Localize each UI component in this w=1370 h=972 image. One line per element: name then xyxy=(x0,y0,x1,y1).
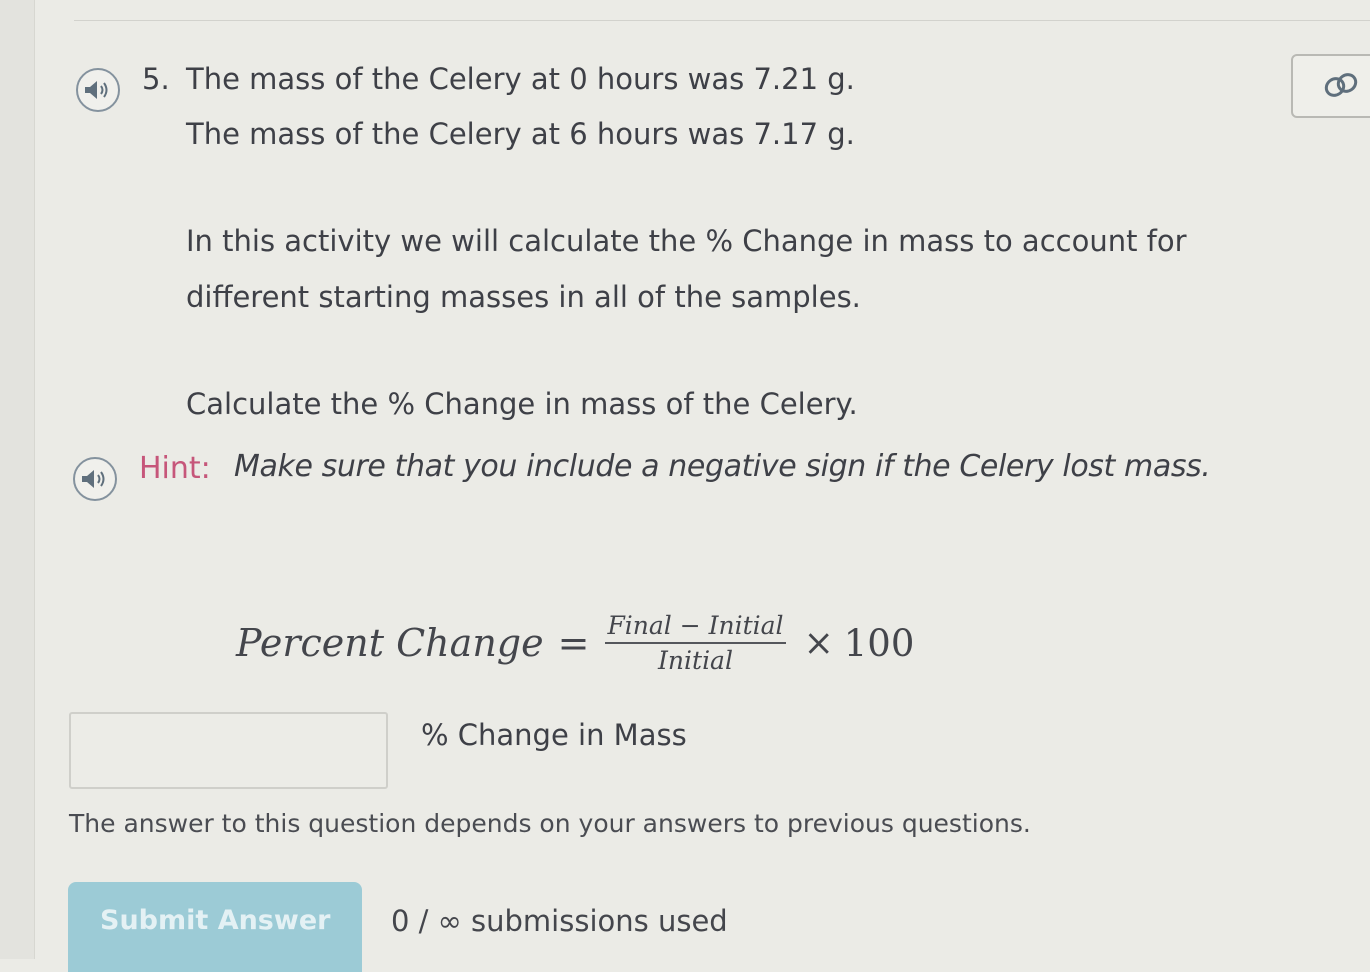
question-speaker-button[interactable] xyxy=(76,68,120,112)
formula-equals: = xyxy=(557,621,590,665)
dependency-note: The answer to this question depends on y… xyxy=(69,809,1031,838)
question-line-mass-0h: The mass of the Celery at 0 hours was 7.… xyxy=(186,62,855,96)
speaker-icon xyxy=(85,81,108,99)
question-line-mass-6h: The mass of the Celery at 6 hours was 7.… xyxy=(186,117,855,151)
left-margin xyxy=(0,0,35,959)
hint-label: Hint: xyxy=(139,451,211,486)
question-instruction: Calculate the % Change in mass of the Ce… xyxy=(186,387,858,421)
question-link-button[interactable] xyxy=(1291,54,1370,118)
question-paragraph-line-2: different starting masses in all of the … xyxy=(186,280,861,314)
hint-text: Make sure that you include a negative si… xyxy=(234,449,1211,484)
formula-lhs: Percent Change xyxy=(236,621,544,665)
percent-change-formula: Percent Change = Final − Initial Initial… xyxy=(236,603,914,683)
hint-speaker-button[interactable] xyxy=(73,457,117,501)
speaker-icon xyxy=(82,470,105,488)
formula-multiplier: 100 xyxy=(843,621,915,665)
link-icon xyxy=(1324,73,1358,97)
top-divider xyxy=(74,20,1370,21)
formula-denominator: Initial xyxy=(658,646,733,675)
formula-numerator: Final − Initial xyxy=(605,611,786,644)
submissions-count: 0 / ∞ submissions used xyxy=(391,904,728,938)
formula-fraction: Final − Initial Initial xyxy=(605,611,786,675)
percent-change-input[interactable] xyxy=(69,712,388,789)
question-number: 5. xyxy=(142,62,170,96)
question-paragraph-line-1: In this activity we will calculate the %… xyxy=(186,224,1187,258)
formula-times: × xyxy=(803,622,834,664)
answer-unit-label: % Change in Mass xyxy=(421,718,687,752)
